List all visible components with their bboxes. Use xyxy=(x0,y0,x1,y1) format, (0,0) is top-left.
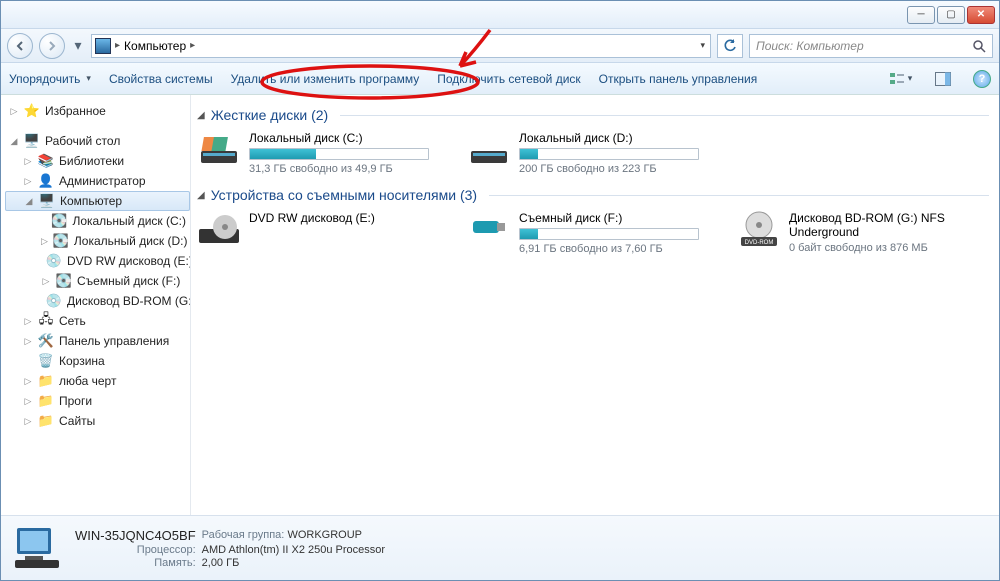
tree-folder-sites[interactable]: ▷📁 Сайты xyxy=(5,411,190,431)
collapse-icon: ◢ xyxy=(197,110,205,121)
folder-icon: 📁 xyxy=(38,393,54,409)
uninstall-program-button[interactable]: Удалить или изменить программу xyxy=(231,72,420,86)
window-titlebar: ─ ▢ ✕ xyxy=(1,1,999,29)
window-maximize-button[interactable]: ▢ xyxy=(937,6,965,24)
breadcrumb-bar[interactable]: ▸ Компьютер ▸ ▾ xyxy=(91,34,711,58)
drive-item-dvd[interactable]: DVD RW дисковод (E:) xyxy=(197,211,447,255)
star-icon: ⭐ xyxy=(24,103,40,119)
search-placeholder: Поиск: Компьютер xyxy=(756,39,864,53)
navigation-bar: ▾ ▸ Компьютер ▸ ▾ Поиск: Компьютер xyxy=(1,29,999,63)
map-network-drive-button[interactable]: Подключить сетевой диск xyxy=(437,72,580,86)
tree-desktop[interactable]: ◢🖥️ Рабочий стол xyxy=(5,131,190,151)
folder-icon: 📁 xyxy=(38,373,54,389)
capacity-bar xyxy=(519,148,699,160)
svg-text:DVD-ROM: DVD-ROM xyxy=(745,240,774,246)
drive-item-f[interactable]: Съемный диск (F:) 6,91 ГБ свободно из 7,… xyxy=(467,211,717,255)
tree-favorites[interactable]: ▷⭐ Избранное xyxy=(5,101,190,121)
capacity-bar xyxy=(249,148,429,160)
group-header-removable[interactable]: ◢ Устройства со съемными носителями (3) xyxy=(197,187,989,203)
tree-admin[interactable]: ▷👤 Администратор xyxy=(5,171,190,191)
drive-icon: 💽 xyxy=(56,273,72,289)
nav-back-button[interactable] xyxy=(7,33,33,59)
window-minimize-button[interactable]: ─ xyxy=(907,6,935,24)
libraries-icon: 📚 xyxy=(38,153,54,169)
control-panel-icon: 🛠️ xyxy=(38,333,54,349)
group-header-hdd[interactable]: ◢ Жесткие диски (2) xyxy=(197,107,989,123)
nav-forward-button[interactable] xyxy=(39,33,65,59)
network-icon: 🖧 xyxy=(38,313,54,329)
system-properties-button[interactable]: Свойства системы xyxy=(109,72,213,86)
tree-drive-f[interactable]: ▷💽 Съемный диск (F:) xyxy=(5,271,190,291)
capacity-bar xyxy=(519,228,699,240)
breadcrumb-separator: ▸ xyxy=(190,40,195,51)
tree-dvd[interactable]: 💿 DVD RW дисковод (E:) xyxy=(5,251,190,271)
tree-control-panel[interactable]: ▷🛠️ Панель управления xyxy=(5,331,190,351)
disc-icon: 💿 xyxy=(46,253,62,269)
tree-libraries[interactable]: ▷📚 Библиотеки xyxy=(5,151,190,171)
organize-button[interactable]: Упорядочить xyxy=(9,72,91,86)
tree-network[interactable]: ▷🖧 Сеть xyxy=(5,311,190,331)
computer-icon: 🖥️ xyxy=(39,193,55,209)
bdrom-icon: DVD-ROM xyxy=(737,211,781,249)
tree-drive-d[interactable]: ▷💽 Локальный диск (D:) xyxy=(5,231,190,251)
content-area: ◢ Жесткие диски (2) Локальный диск (C:) … xyxy=(191,95,999,515)
open-control-panel-button[interactable]: Открыть панель управления xyxy=(599,72,758,86)
tree-drive-c[interactable]: 💽 Локальный диск (C:) xyxy=(5,211,190,231)
breadcrumb-separator: ▸ xyxy=(115,40,120,51)
window-close-button[interactable]: ✕ xyxy=(967,6,995,24)
refresh-button[interactable] xyxy=(717,34,743,58)
preview-pane-button[interactable] xyxy=(931,68,955,90)
nav-history-dropdown[interactable]: ▾ xyxy=(71,33,85,59)
dvd-drive-icon xyxy=(197,211,241,249)
tree-computer[interactable]: ◢🖥️ Компьютер xyxy=(5,191,190,211)
computer-large-icon xyxy=(11,524,63,572)
navigation-tree: ▷⭐ Избранное ◢🖥️ Рабочий стол ▷📚 Библиот… xyxy=(1,95,191,515)
desktop-icon: 🖥️ xyxy=(24,133,40,149)
drive-item-c[interactable]: Локальный диск (C:) 31,3 ГБ свободно из … xyxy=(197,131,447,175)
search-input[interactable]: Поиск: Компьютер xyxy=(749,34,993,58)
user-icon: 👤 xyxy=(38,173,54,189)
tree-folder-progi[interactable]: ▷📁 Проги xyxy=(5,391,190,411)
drive-item-d[interactable]: Локальный диск (D:) 200 ГБ свободно из 2… xyxy=(467,131,717,175)
usb-drive-icon xyxy=(467,211,511,249)
breadcrumb-dropdown[interactable]: ▾ xyxy=(700,40,705,51)
collapse-icon: ◢ xyxy=(197,190,205,201)
search-icon xyxy=(972,39,986,53)
tree-folder-luba[interactable]: ▷📁 люба черт xyxy=(5,371,190,391)
view-options-button[interactable]: ▾ xyxy=(889,68,913,90)
drive-item-bdrom[interactable]: DVD-ROM Дисковод BD-ROM (G:) NFS Undergr… xyxy=(737,211,987,255)
folder-icon: 📁 xyxy=(38,413,54,429)
hdd-icon xyxy=(197,131,241,169)
disc-icon: 💿 xyxy=(46,293,62,309)
computer-icon xyxy=(95,38,111,54)
drive-icon: 💽 xyxy=(53,233,69,249)
tree-bdrom[interactable]: 💿 Дисковод BD-ROM (G:) xyxy=(5,291,190,311)
details-computer-name: WIN-35JQNC4O5BF xyxy=(75,528,196,543)
recycle-icon: 🗑️ xyxy=(38,353,54,369)
command-toolbar: Упорядочить Свойства системы Удалить или… xyxy=(1,63,999,95)
breadcrumb-item[interactable]: Компьютер xyxy=(124,39,186,53)
hdd-icon xyxy=(467,131,511,169)
tree-recycle-bin[interactable]: 🗑️ Корзина xyxy=(5,351,190,371)
drive-icon: 💽 xyxy=(51,213,67,229)
help-button[interactable]: ? xyxy=(973,70,991,88)
details-pane: WIN-35JQNC4O5BF Рабочая группа: WORKGROU… xyxy=(1,515,999,580)
